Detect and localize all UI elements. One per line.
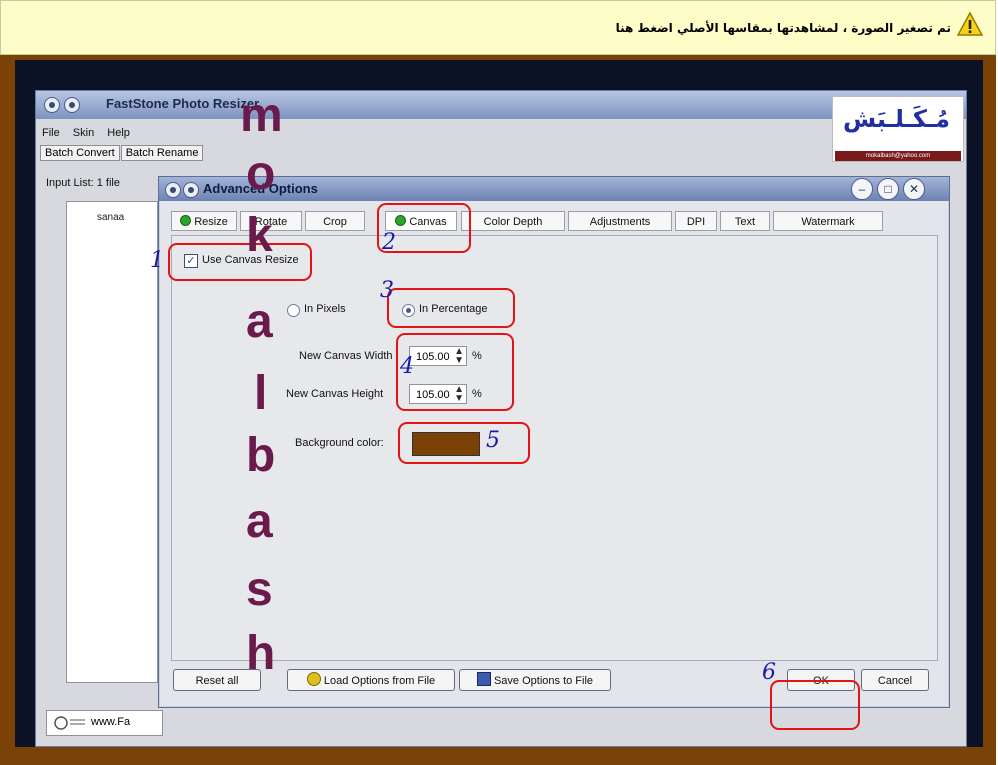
watermark-letter: o — [246, 147, 276, 200]
step-number-2: 2 — [382, 230, 396, 255]
maximize-icon[interactable]: □ — [877, 178, 899, 200]
logo-text: مُـكَـلـبَش — [843, 105, 950, 133]
tab-crop[interactable]: Crop — [305, 211, 365, 231]
dialog-title-bar: Advanced Options – □ ✕ — [159, 177, 949, 201]
main-tabs: Batch Convert Batch Rename — [40, 145, 204, 161]
watermark-letter: a — [246, 495, 273, 548]
tab-batch-rename[interactable]: Batch Rename — [120, 145, 204, 161]
watermark-letter: a — [246, 295, 273, 348]
watermark-letter: k — [246, 209, 273, 262]
status-url[interactable]: www.Fa — [91, 716, 130, 728]
window-pin-icon[interactable] — [64, 97, 80, 113]
load-options-button[interactable]: Load Options from File — [287, 669, 455, 691]
resize-notice-bar[interactable]: تم تصغير الصورة ، لمشاهدتها بمقاسها الأص… — [0, 0, 996, 55]
save-options-button[interactable]: Save Options to File — [459, 669, 611, 691]
tab-adjustments[interactable]: Adjustments — [568, 211, 672, 231]
minimize-icon[interactable]: – — [851, 178, 873, 200]
in-pixels-radio[interactable] — [287, 304, 300, 317]
close-icon[interactable]: ✕ — [903, 178, 925, 200]
cancel-button[interactable]: Cancel — [861, 669, 929, 691]
input-list-label: Input List: 1 file — [46, 177, 120, 189]
canvas-options-panel: ✓ Use Canvas Resize In Pixels In Percent… — [171, 235, 938, 661]
in-pixels-label[interactable]: In Pixels — [304, 303, 346, 315]
enabled-dot-icon — [180, 215, 192, 226]
floppy-disk-icon — [476, 672, 491, 686]
tab-color-depth[interactable]: Color Depth — [461, 211, 565, 231]
step-number-6: 6 — [762, 660, 776, 685]
new-canvas-width-label: New Canvas Width — [299, 350, 393, 362]
step-number-3: 3 — [380, 278, 394, 303]
step-number-5: 5 — [486, 428, 500, 453]
menu-bar: File Skin Help — [42, 127, 140, 139]
highlight-background-color — [398, 422, 530, 464]
logo-email: mokalbash@yahoo.com — [835, 151, 961, 161]
tab-watermark[interactable]: Watermark — [773, 211, 883, 231]
tab-text[interactable]: Text — [720, 211, 770, 231]
status-bar: www.Fa — [46, 710, 163, 736]
new-canvas-height-label: New Canvas Height — [286, 388, 384, 400]
watermark-letter: h — [246, 627, 276, 680]
menu-skin[interactable]: Skin — [73, 127, 94, 139]
faststone-logo-icon — [54, 716, 85, 730]
step-number-1: 1 — [150, 248, 164, 273]
background-color-label: Background color: — [295, 437, 384, 449]
menu-help[interactable]: Help — [107, 127, 130, 139]
highlight-ok-button — [770, 680, 860, 730]
watermark-letter: b — [246, 429, 276, 482]
tab-batch-convert[interactable]: Batch Convert — [40, 145, 120, 161]
step-number-4: 4 — [400, 354, 414, 379]
folder-icon — [306, 672, 321, 686]
warning-icon — [957, 11, 983, 36]
highlight-in-percentage — [387, 288, 515, 328]
author-logo: مُـكَـلـبَش mokalbash@yahoo.com — [832, 96, 964, 162]
file-item[interactable]: sanaa — [97, 212, 124, 223]
input-file-list[interactable]: sanaa — [66, 201, 158, 683]
watermark-letter: l — [254, 367, 268, 420]
main-title-bar: FastStone Photo Resizer — [36, 91, 966, 119]
highlight-use-canvas-resize — [168, 243, 312, 281]
dialog-menu-icon[interactable] — [165, 182, 181, 198]
window-menu-icon[interactable] — [44, 97, 60, 113]
watermark-letter: s — [246, 563, 273, 616]
tab-dpi[interactable]: DPI — [675, 211, 717, 231]
notice-text[interactable]: تم تصغير الصورة ، لمشاهدتها بمقاسها الأص… — [616, 21, 951, 35]
tab-resize[interactable]: Resize — [171, 211, 237, 231]
menu-file[interactable]: File — [42, 127, 60, 139]
dialog-pin-icon[interactable] — [183, 182, 199, 198]
watermark-letter: m — [240, 89, 283, 142]
main-window-title: FastStone Photo Resizer — [106, 96, 260, 111]
